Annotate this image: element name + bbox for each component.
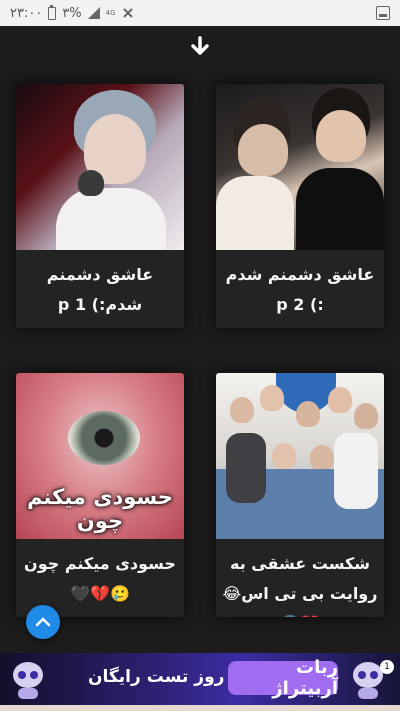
story-cover-image [16, 84, 184, 250]
scroll-up-button[interactable] [26, 605, 60, 639]
battery-icon [48, 4, 57, 20]
story-title: عاشق دشمنم شدم:) p 1 [46, 265, 154, 314]
story-cover-image [216, 373, 384, 539]
story-title: حسودی میکنم چون🥲💔🖤 [24, 554, 176, 603]
clock: ۲۳:۰۰ [10, 5, 43, 21]
story-card[interactable]: عاشق دشمنم شدم:) p 1 [16, 84, 184, 328]
story-card[interactable]: حسودی میکنم چون حسودی میکنم چون🥲💔🖤 [16, 373, 184, 617]
wifi-off-icon [122, 8, 133, 18]
status-bar: ۲۳:۰۰ ۳% 4G [0, 0, 400, 26]
cover-overlay-text: حسودی میکنم چون [27, 485, 173, 533]
status-indicators: ۲۳:۰۰ ۳% 4G [10, 4, 134, 21]
battery-level: ۳% [62, 5, 82, 21]
ad-info-badge[interactable]: 1 [380, 660, 394, 674]
signal-icon [87, 7, 100, 19]
ad-banner[interactable]: 15 روز تست رایگان ربات آربیتراژ [0, 653, 400, 705]
story-title: عاشق دشمنم شدم :) p 2 [225, 265, 375, 314]
gallery-notification-icon [376, 6, 390, 20]
ad-brand-label: ربات آربیتراژ [228, 657, 338, 699]
story-card[interactable]: عاشق دشمنم شدم :) p 2 [216, 84, 384, 328]
story-title: شکست عشقی به روایت بی تی اس😂💔🌚 [222, 554, 378, 617]
story-cover-image [216, 84, 384, 250]
next-row-peek [0, 705, 400, 711]
network-type: 4G [105, 8, 116, 17]
chevron-up-icon [35, 617, 51, 627]
arrow-down-icon[interactable] [190, 36, 210, 58]
story-card[interactable]: شکست عشقی به روایت بی تی اس😂💔🌚 [216, 373, 384, 617]
eye-graphic [68, 411, 140, 465]
robot-icon [13, 662, 43, 699]
story-cover-image: حسودی میکنم چون [16, 373, 184, 539]
